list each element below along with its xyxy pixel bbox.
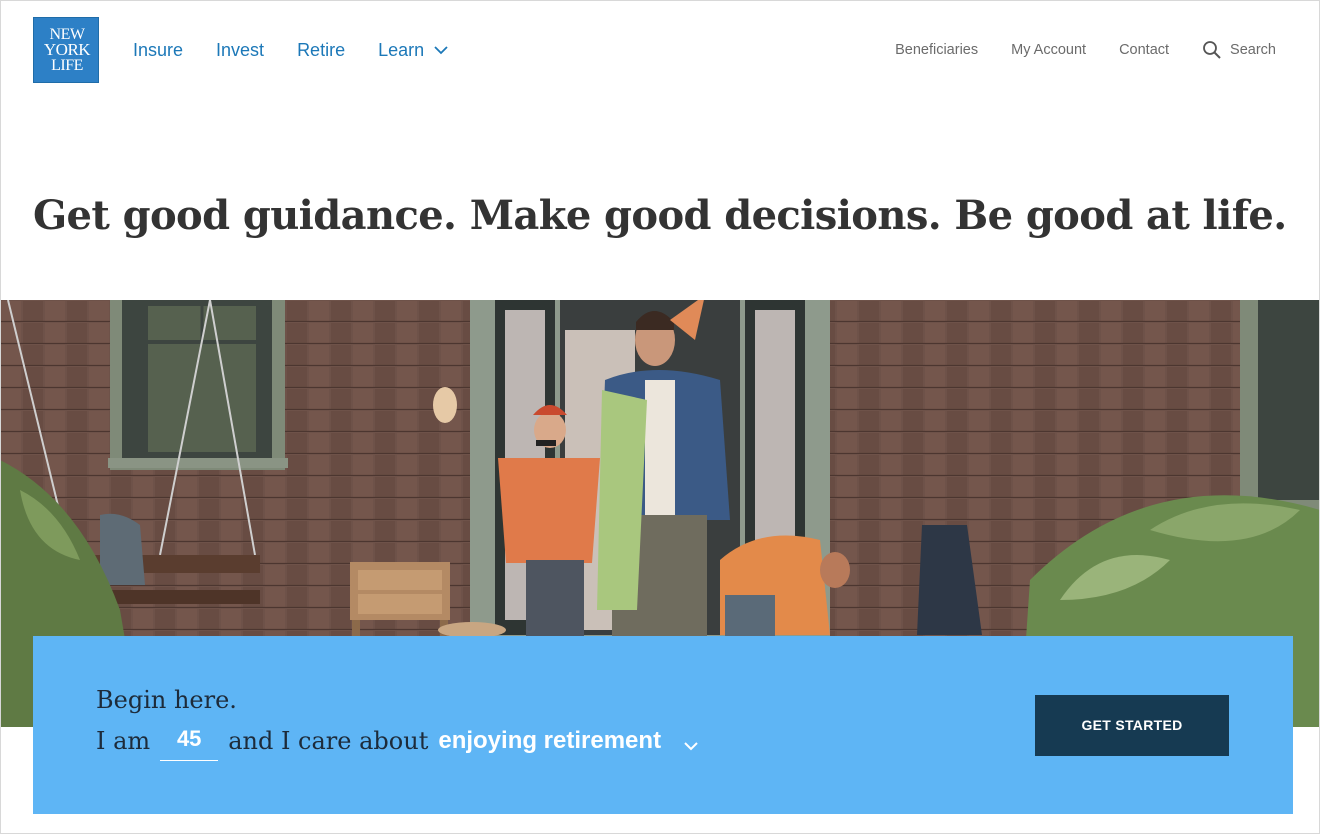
nav-contact-label: Contact <box>1119 42 1170 58</box>
guidance-form-panel: Begin here. I am 45 and I care about enj… <box>33 636 1293 814</box>
brand-logo[interactable]: NEW YORK LIFE <box>33 17 99 83</box>
nav-beneficiaries-label: Beneficiaries <box>895 42 979 58</box>
search-label: Search <box>1230 42 1276 58</box>
search-button[interactable]: Search <box>1202 40 1276 60</box>
age-input[interactable]: 45 <box>160 721 219 761</box>
nav-invest-label: Invest <box>216 39 265 60</box>
form-intro: Begin here. <box>96 686 237 714</box>
primary-nav: Insure Invest Retire Learn <box>133 38 482 62</box>
page-headline: Get good guidance. Make good decisions. … <box>33 192 1287 239</box>
nav-my-account[interactable]: My Account <box>1011 42 1086 58</box>
nav-retire-label: Retire <box>297 39 346 60</box>
nav-retire[interactable]: Retire <box>297 40 345 61</box>
nav-beneficiaries[interactable]: Beneficiaries <box>895 42 978 58</box>
chevron-down-icon <box>683 733 699 751</box>
nav-insure[interactable]: Insure <box>133 40 183 61</box>
care-about-value: enjoying retirement <box>438 727 662 754</box>
nav-learn-label: Learn <box>378 39 425 60</box>
get-started-button[interactable]: GET STARTED <box>1035 695 1229 756</box>
logo-line-2: YORK <box>43 40 91 59</box>
nav-invest[interactable]: Invest <box>216 40 264 61</box>
nav-my-account-label: My Account <box>1011 42 1087 58</box>
search-icon <box>1202 40 1222 60</box>
nav-learn[interactable]: Learn <box>378 40 449 61</box>
form-middle-text: and I care about <box>228 727 429 755</box>
nav-insure-label: Insure <box>133 39 184 60</box>
nav-contact[interactable]: Contact <box>1119 42 1169 58</box>
chevron-down-icon <box>433 42 449 58</box>
utility-nav: Beneficiaries My Account Contact Search <box>862 40 1276 60</box>
form-sentence: I am 45 and I care about enjoying retire… <box>96 721 699 761</box>
site-header: NEW YORK LIFE Insure Invest Retire Learn… <box>0 0 1320 100</box>
logo-line-3: LIFE <box>51 57 83 74</box>
form-prefix: I am <box>96 727 151 755</box>
care-about-select[interactable]: enjoying retirement <box>438 727 699 755</box>
